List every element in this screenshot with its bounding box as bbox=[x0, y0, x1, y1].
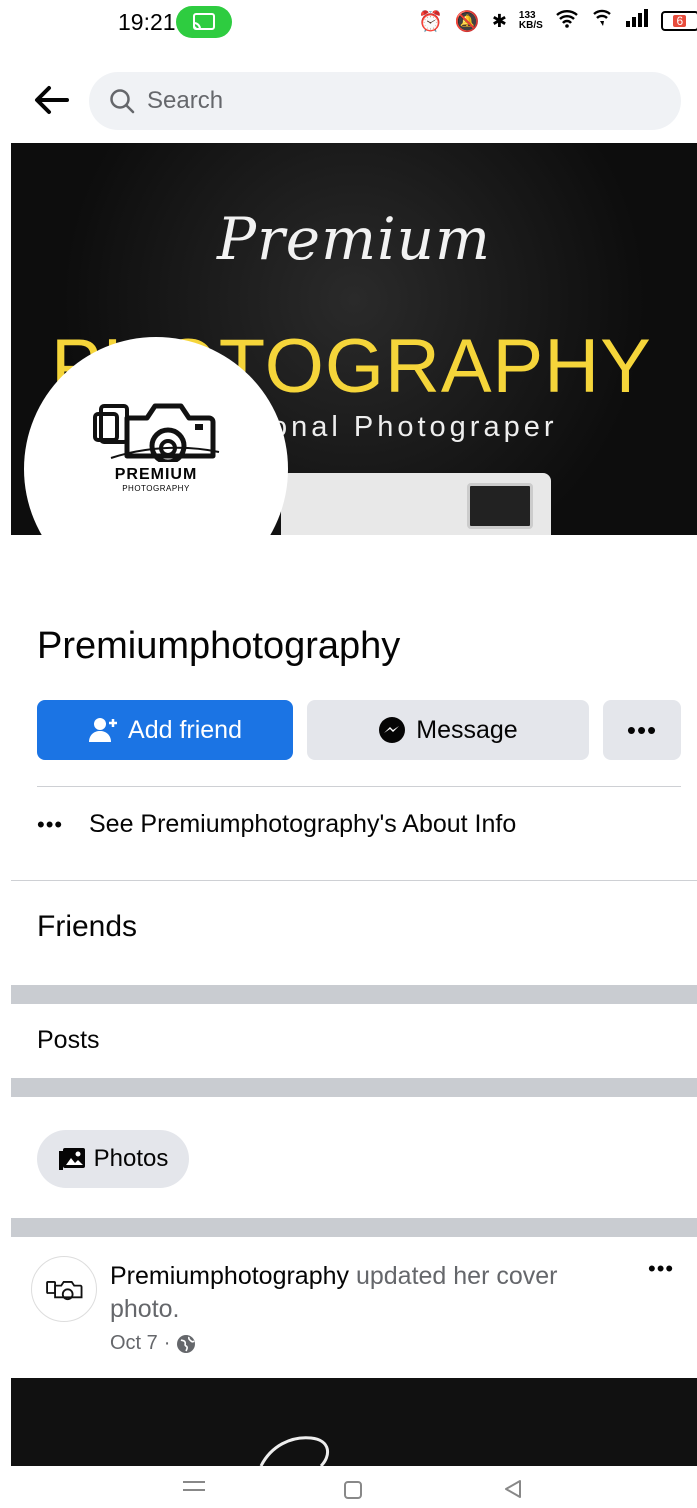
search-input[interactable] bbox=[145, 86, 649, 116]
profile-avatar[interactable]: PREMIUM PHOTOGRAPHY bbox=[24, 337, 288, 601]
avatar-brand-sub: PHOTOGRAPHY bbox=[122, 483, 190, 493]
script-fragment-decoration bbox=[259, 1436, 330, 1466]
about-info-link[interactable]: ••• See Premiumphotography's About Info bbox=[37, 810, 516, 839]
back-nav-button[interactable] bbox=[502, 1478, 524, 1505]
cover-script-text: Premium bbox=[217, 205, 491, 273]
friends-heading: Friends bbox=[37, 910, 138, 943]
photos-label: Photos bbox=[93, 1145, 169, 1172]
alarm-icon: ⏰ bbox=[418, 10, 443, 33]
about-info-label: See Premiumphotography's About Info bbox=[89, 810, 517, 838]
wifi-icon bbox=[555, 8, 579, 34]
photos-button[interactable]: Photos bbox=[37, 1130, 189, 1188]
post-header-text: Premiumphotography updated her cover pho… bbox=[110, 1260, 610, 1326]
section-divider bbox=[11, 1078, 697, 1097]
profile-name: Premiumphotography bbox=[37, 625, 401, 667]
globe-icon bbox=[177, 1334, 196, 1353]
post-meta-separator: · bbox=[163, 1332, 171, 1354]
add-friend-icon bbox=[89, 718, 118, 742]
post-more-button[interactable]: ••• bbox=[648, 1256, 674, 1282]
square-icon bbox=[344, 1481, 362, 1499]
menu-nav-button[interactable] bbox=[182, 1478, 206, 1501]
mute-icon: 🔕 bbox=[454, 10, 480, 33]
status-icons: ⏰ 🔕 ✱ 133 KB/S 6 bbox=[418, 8, 697, 34]
camera-logo-icon bbox=[93, 403, 220, 462]
more-options-button[interactable]: ••• bbox=[603, 700, 681, 760]
battery-icon: 6 bbox=[660, 11, 697, 31]
search-bar[interactable] bbox=[89, 72, 681, 130]
more-dots-icon: ••• bbox=[37, 811, 64, 837]
photos-icon bbox=[58, 1148, 85, 1170]
cast-icon bbox=[176, 6, 232, 38]
status-bar: 19:21 ⏰ 🔕 ✱ 133 KB/S 6 bbox=[0, 0, 697, 50]
divider bbox=[37, 786, 681, 787]
camera-logo-icon bbox=[46, 1280, 83, 1301]
search-icon bbox=[110, 89, 135, 114]
data-speed: 133 KB/S bbox=[518, 10, 543, 31]
triangle-back-icon bbox=[505, 1480, 521, 1498]
post-author-name[interactable]: Premiumphotography bbox=[110, 1262, 349, 1290]
section-divider bbox=[11, 985, 697, 1004]
divider bbox=[11, 880, 697, 881]
post-meta: Oct 7 · bbox=[110, 1332, 196, 1355]
post-author-avatar[interactable] bbox=[31, 1256, 97, 1322]
cover-subtitle-text: onal Photograper bbox=[271, 411, 558, 443]
add-friend-button[interactable]: Add friend bbox=[37, 700, 293, 760]
menu-icon bbox=[183, 1481, 205, 1491]
post-cover-image[interactable] bbox=[11, 1378, 697, 1466]
signal-icon bbox=[625, 9, 649, 33]
add-friend-label: Add friend bbox=[128, 715, 242, 744]
avatar-brand: PREMIUM bbox=[114, 465, 198, 483]
posts-heading: Posts bbox=[37, 1026, 100, 1054]
home-nav-button[interactable] bbox=[343, 1478, 365, 1505]
status-time: 19:21 bbox=[118, 9, 176, 35]
more-icon: ••• bbox=[626, 714, 658, 745]
section-divider bbox=[11, 1218, 697, 1237]
message-label: Message bbox=[416, 715, 518, 744]
messenger-icon bbox=[379, 717, 406, 743]
back-button[interactable] bbox=[28, 80, 74, 120]
cover-camera-image bbox=[281, 473, 551, 535]
message-button[interactable]: Message bbox=[307, 700, 589, 760]
post-date[interactable]: Oct 7 bbox=[110, 1332, 158, 1355]
arrow-left-icon bbox=[35, 86, 69, 114]
bluetooth-icon: ✱ bbox=[491, 10, 507, 31]
wifi-call-icon bbox=[591, 8, 613, 34]
